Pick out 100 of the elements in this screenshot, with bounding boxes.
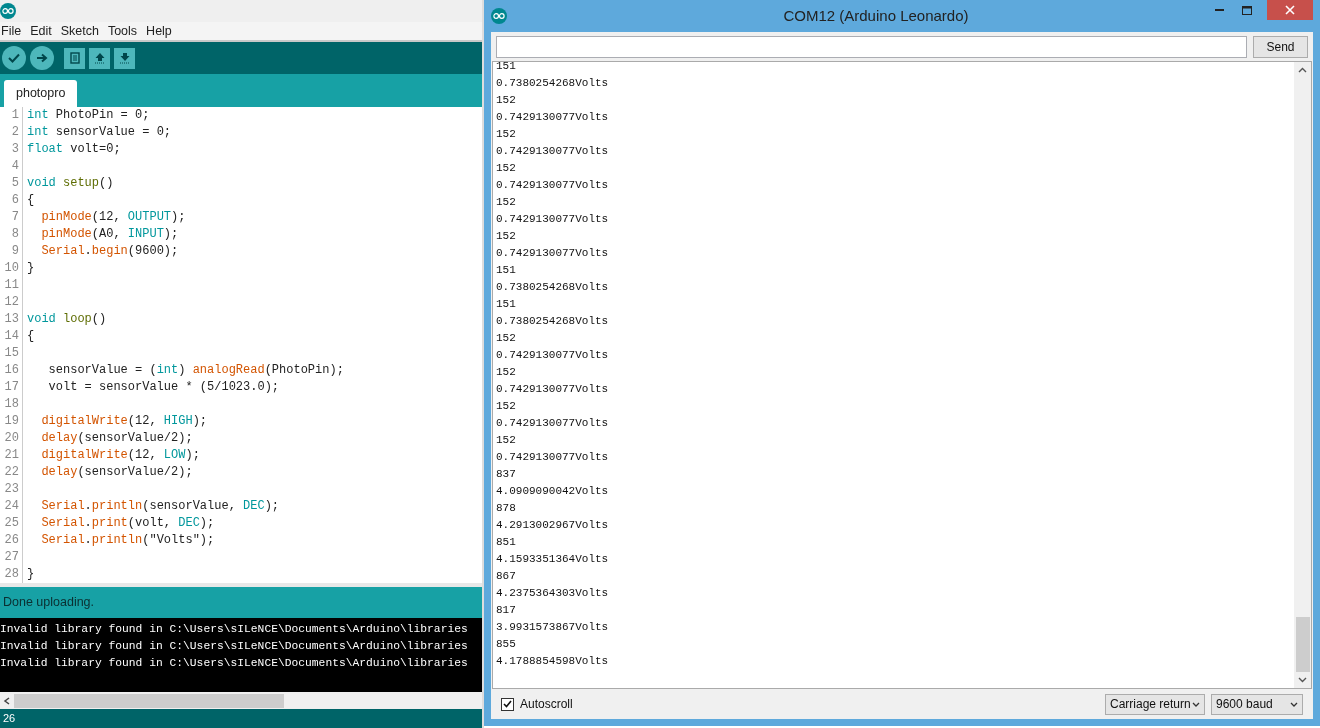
code-line: Serial.println("Volts"); xyxy=(40,532,215,549)
serial-output-line: 0.7380254268Volts xyxy=(496,280,609,295)
line-number: 28 xyxy=(3,566,20,583)
menu-item[interactable]: Help xyxy=(146,21,172,41)
serial-output-line: 152 xyxy=(496,399,516,414)
menu-item[interactable]: Edit xyxy=(30,21,52,41)
line-number: 2 xyxy=(10,124,20,141)
open-button[interactable] xyxy=(89,47,110,69)
serial-output-line: 0.7429130077Volts xyxy=(496,416,609,431)
new-sketch-button[interactable] xyxy=(64,47,85,69)
line-indicator: 26 xyxy=(3,711,16,727)
maximize-icon xyxy=(1242,5,1252,15)
line-number: 12 xyxy=(3,294,20,311)
serial-output-line: 4.1788854598Volts xyxy=(496,654,609,669)
line-number: 10 xyxy=(3,260,20,277)
right-arrow-icon xyxy=(36,53,48,63)
down-arrow-icon xyxy=(118,52,131,64)
line-number: 4 xyxy=(10,158,20,175)
line-number: 18 xyxy=(3,396,20,413)
serial-output-line: 152 xyxy=(496,195,516,210)
up-caret-icon xyxy=(1298,67,1307,73)
minimize-icon xyxy=(1214,9,1224,11)
line-number: 8 xyxy=(10,226,20,243)
serial-output-line: 0.7429130077Volts xyxy=(496,212,609,227)
line-number: 6 xyxy=(10,192,20,209)
chevron-down-icon xyxy=(1290,701,1298,707)
serial-output-line: 851 xyxy=(496,535,516,550)
serial-output-line: 0.7380254268Volts xyxy=(496,76,609,91)
code-line: pinMode(A0, INPUT); xyxy=(40,226,179,243)
serial-output-line: 152 xyxy=(496,433,516,448)
line-number: 7 xyxy=(10,209,20,226)
vertical-scrollbar[interactable] xyxy=(1294,62,1311,688)
down-caret-icon xyxy=(1298,677,1307,683)
serial-output-line: 0.7429130077Volts xyxy=(496,144,609,159)
line-number: 14 xyxy=(3,328,20,345)
line-number: 20 xyxy=(3,430,20,447)
serial-output-line: 152 xyxy=(496,93,516,108)
code-line: } xyxy=(27,260,35,277)
serial-output-line: 837 xyxy=(496,467,516,482)
document-icon xyxy=(69,52,80,64)
save-button[interactable] xyxy=(114,47,135,69)
serial-output-line: 0.7380254268Volts xyxy=(496,314,609,329)
code-line: sensorValue = (int) analogRead(PhotoPin); xyxy=(47,362,344,379)
code-line: int PhotoPin = 0; xyxy=(27,107,150,124)
line-number: 21 xyxy=(3,447,20,464)
verify-button[interactable] xyxy=(2,46,26,70)
serial-output-line: 855 xyxy=(496,637,516,652)
serial-output-line: 152 xyxy=(496,365,516,380)
serial-output-line: 867 xyxy=(496,569,516,584)
menu-item[interactable]: File xyxy=(1,21,22,41)
console-line: Invalid library found in C:\Users\sILeNCE\Documents\Arduino\libraries xyxy=(0,639,468,654)
code-line: digitalWrite(12, HIGH); xyxy=(40,413,208,430)
send-button[interactable]: Send xyxy=(1253,36,1308,58)
up-arrow-icon xyxy=(93,52,106,64)
line-number: 27 xyxy=(3,549,20,566)
line-number: 19 xyxy=(3,413,20,430)
code-line: volt = sensorValue * (5/1023.0); xyxy=(47,379,280,396)
code-line: float volt=0; xyxy=(27,141,121,158)
code-line: Serial.println(sensorValue, DEC); xyxy=(40,498,280,515)
line-number: 17 xyxy=(3,379,20,396)
file-tab[interactable]: photopro xyxy=(4,80,78,107)
code-line: Serial.begin(9600); xyxy=(40,243,179,260)
menu-item[interactable]: Tools xyxy=(107,21,138,41)
serial-output-line: 817 xyxy=(496,603,516,618)
line-number: 22 xyxy=(3,464,20,481)
line-number: 1 xyxy=(10,107,20,124)
serial-output-line: 878 xyxy=(496,501,516,516)
console-line: Invalid library found in C:\Users\sILeNCE\Documents\Arduino\libraries xyxy=(0,656,468,671)
code-line: delay(sensorValue/2); xyxy=(40,464,193,481)
serial-output-line: 151 xyxy=(496,297,516,312)
line-number: 25 xyxy=(3,515,20,532)
code-line: delay(sensorValue/2); xyxy=(40,430,193,447)
serial-output-line: 0.7429130077Volts xyxy=(496,246,609,261)
serial-output-line: 3.9931573867Volts xyxy=(496,620,609,635)
line-number: 9 xyxy=(10,243,20,260)
baud-rate-dropdown[interactable]: 9600 baud xyxy=(1211,693,1303,715)
console-line: Invalid library found in C:\Users\sILeNCE\Documents\Arduino\libraries xyxy=(0,622,468,637)
close-button[interactable] xyxy=(1267,0,1313,20)
close-icon xyxy=(1285,5,1295,15)
code-line: Serial.print(volt, DEC); xyxy=(40,515,215,532)
serial-output-line: 0.7429130077Volts xyxy=(496,382,609,397)
line-number: 23 xyxy=(3,481,20,498)
menu-item[interactable]: Sketch xyxy=(60,21,99,41)
serial-output-line: 0.7429130077Volts xyxy=(496,348,609,363)
checkmark-icon xyxy=(503,700,512,708)
line-number: 26 xyxy=(3,532,20,549)
scrollbar-thumb[interactable] xyxy=(14,693,284,708)
message-input-field[interactable] xyxy=(496,36,1247,58)
line-number: 15 xyxy=(3,345,20,362)
horizontal-scrollbar[interactable] xyxy=(0,692,482,709)
code-line: void setup() xyxy=(27,175,114,192)
status-message: Done uploading. xyxy=(3,594,95,612)
autoscroll-checkbox[interactable] xyxy=(501,697,514,711)
serial-output-line: 4.1593351364Volts xyxy=(496,552,609,567)
line-ending-dropdown[interactable]: Carriage return xyxy=(1105,693,1205,715)
scrollbar-thumb[interactable] xyxy=(1295,617,1310,672)
arduino-logo-icon xyxy=(0,3,16,19)
line-number: 5 xyxy=(10,175,20,192)
upload-button[interactable] xyxy=(30,46,54,70)
arduino-logo-icon xyxy=(491,8,507,24)
